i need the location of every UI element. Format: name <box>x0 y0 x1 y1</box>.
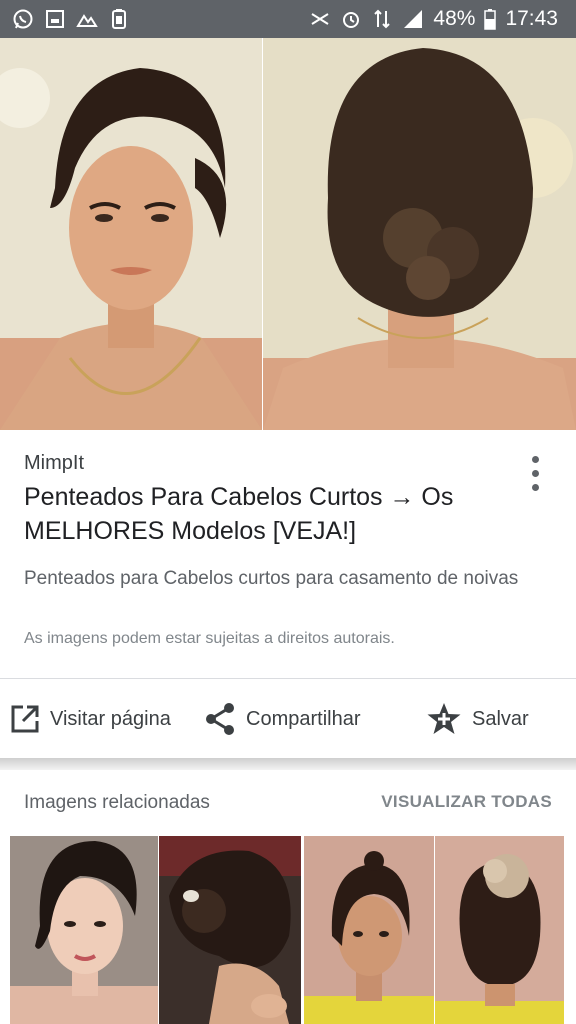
section-separator <box>0 758 576 770</box>
related-image-4[interactable] <box>435 836 564 1024</box>
related-title: Imagens relacionadas <box>24 792 210 813</box>
result-title[interactable]: Penteados Para Cabelos Curtos → Os MELHO… <box>24 480 524 548</box>
related-image-2[interactable] <box>159 836 301 1024</box>
whatsapp-icon <box>13 9 33 29</box>
save-button[interactable]: Salvar <box>426 680 529 758</box>
hairstyle-front-photo <box>0 38 262 430</box>
more-options-button[interactable] <box>522 454 550 494</box>
share-icon <box>206 703 234 735</box>
view-all-link[interactable]: VISUALIZAR TODAS <box>381 792 552 812</box>
related-image-3[interactable] <box>304 836 434 1024</box>
battery-saver-icon <box>112 9 126 29</box>
copyright-notice: As imagens podem estar sujeitas a direit… <box>24 630 395 647</box>
save-star-icon <box>427 703 461 734</box>
related-image-1[interactable] <box>10 836 158 1024</box>
screenshot-icon <box>46 10 64 28</box>
nfc-icon <box>311 13 329 25</box>
related-header: Imagens relacionadas VISUALIZAR TODAS <box>0 770 576 836</box>
action-bar: Visitar página Compartilhar Salvar <box>0 680 576 758</box>
visit-page-label: Visitar página <box>50 707 171 730</box>
hairstyle-back-photo <box>263 38 576 430</box>
result-description: Penteados para Cabelos curtos para casam… <box>24 568 519 589</box>
battery-percent: 48% <box>433 7 476 30</box>
share-label: Compartilhar <box>246 707 361 730</box>
status-bar: 48% 17:43 <box>0 0 576 38</box>
battery-icon <box>484 9 497 30</box>
data-transfer-icon <box>374 9 391 29</box>
open-external-icon <box>11 705 39 733</box>
divider <box>0 678 576 679</box>
gallery-icon <box>76 14 98 27</box>
alarm-icon <box>343 12 360 28</box>
clock: 17:43 <box>505 7 558 30</box>
result-image[interactable] <box>0 38 576 430</box>
visit-page-button[interactable]: Visitar página <box>10 680 171 758</box>
source-site[interactable]: MimpIt <box>24 452 84 475</box>
share-button[interactable]: Compartilhar <box>204 680 360 758</box>
signal-icon <box>404 10 423 28</box>
related-images <box>0 836 576 1024</box>
save-label: Salvar <box>472 707 529 730</box>
